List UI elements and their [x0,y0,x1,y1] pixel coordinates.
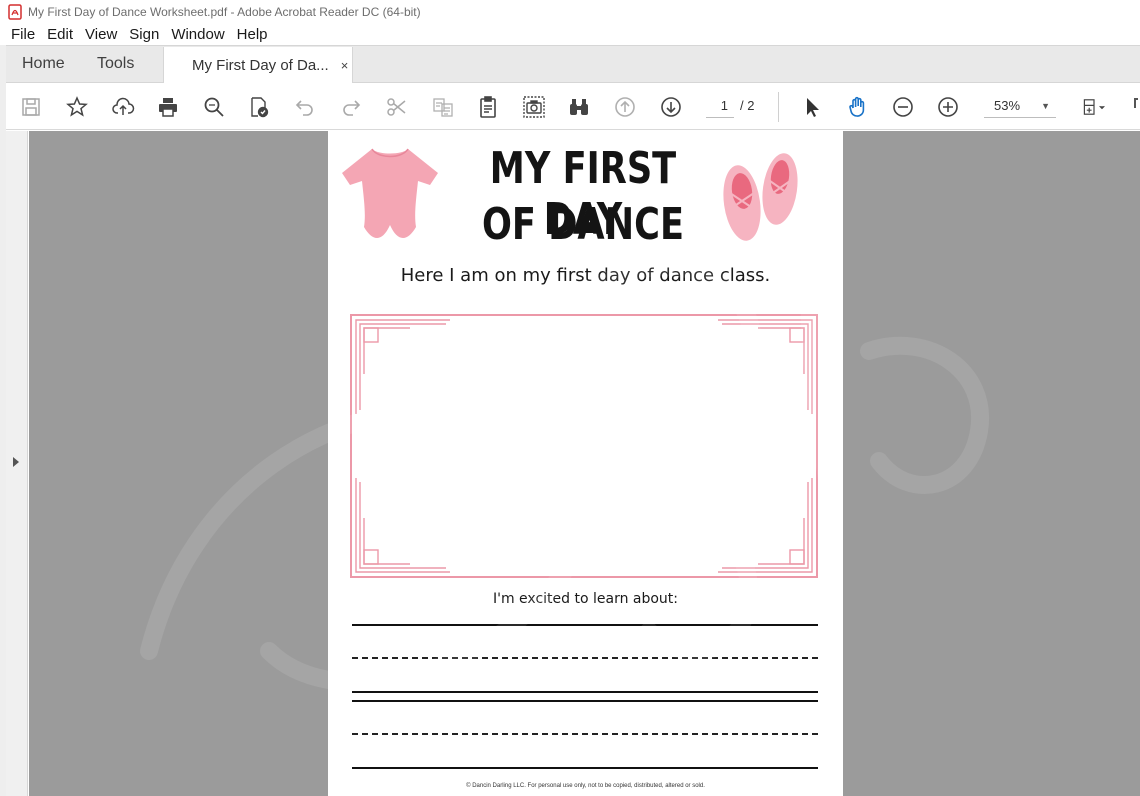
writing-line [352,657,818,659]
menu-help[interactable]: Help [237,26,268,43]
previous-page-button[interactable] [610,92,640,122]
page-total: / 2 [740,98,755,113]
zoom-in-icon [938,97,958,117]
select-tool-button[interactable] [797,92,827,122]
copyright-footer: © Dancin Darling LLC. For personal use o… [466,783,705,789]
writing-line [352,624,818,626]
left-panel-toggle[interactable] [6,131,28,796]
page-down-icon [661,97,681,117]
fill-sign-icon [251,97,269,118]
tab-document[interactable]: My First Day of Da... × [163,47,353,83]
menu-bar: File Edit View Sign Window Help [0,24,1140,45]
redo-button[interactable] [336,92,366,122]
redo-icon [343,100,361,116]
fit-page-icon [1083,99,1105,115]
undo-button[interactable] [290,92,320,122]
zoom-level-select[interactable]: 53% ▼ [984,94,1056,118]
snapshot-camera-icon [523,96,545,118]
find-binoculars-icon [570,99,588,115]
zoom-out-icon [893,97,913,117]
main-toolbar: / 2 53% ▼ [6,84,1140,130]
menu-view[interactable]: View [85,26,117,43]
chevron-down-icon: ▼ [1041,100,1050,111]
window-title: My First Day of Dance Worksheet.pdf - Ad… [28,5,421,19]
chevron-right-icon [13,457,19,467]
tab-bar: Home Tools My First Day of Da... × [6,45,1140,83]
zoom-out-button[interactable] [888,92,918,122]
writing-line [352,733,818,735]
tab-home[interactable]: Home [6,46,81,82]
page-up-icon [615,97,635,117]
learn-prompt: I'm excited to learn about: [492,591,679,607]
acrobat-pdf-icon [8,4,22,20]
find-button[interactable] [564,92,594,122]
tab-tools[interactable]: Tools [81,46,163,82]
menu-window[interactable]: Window [171,26,224,43]
print-icon [159,98,177,117]
document-viewport[interactable]: MY FIRST DAY OF DANCE Here I am on my fi… [29,131,1140,796]
undo-icon [295,100,313,116]
zoom-in-button[interactable] [933,92,963,122]
export-text-button[interactable] [428,92,458,122]
pdf-page: MY FIRST DAY OF DANCE Here I am on my fi… [328,131,843,796]
toolbar-overflow-indicator [1134,98,1138,108]
zoom-level-value: 53% [994,98,1021,113]
hand-tool-button[interactable] [843,92,873,122]
leotard-icon [342,148,438,238]
hand-tool-icon [849,96,865,117]
cut-button[interactable] [382,92,412,122]
page-number-input[interactable] [706,94,734,118]
export-text-icon [433,98,453,117]
worksheet-subtitle: Here I am on my first day of dance class… [400,265,771,286]
menu-edit[interactable]: Edit [47,26,73,43]
upload-button[interactable] [108,92,138,122]
fit-page-button[interactable] [1074,92,1114,122]
writing-line [352,691,818,693]
bookmark-star-icon [66,96,88,117]
photo-frame [350,314,818,578]
tab-document-label: My First Day of Da... [192,56,329,74]
writing-line [352,767,818,769]
clipboard-button[interactable] [473,92,503,122]
bookmark-button[interactable] [62,92,92,122]
close-icon[interactable]: × [341,58,349,73]
clipboard-icon [480,96,496,118]
search-zoom-button[interactable] [199,92,229,122]
upload-cloud-icon [112,97,135,115]
select-pointer-icon [807,98,819,117]
ballet-shoes-icon [723,153,798,241]
save-icon [22,98,40,116]
scissors-icon [387,98,406,116]
worksheet-title-line2: OF DANCE [481,199,685,250]
snapshot-button[interactable] [519,92,549,122]
menu-sign[interactable]: Sign [129,26,159,43]
next-page-button[interactable] [656,92,686,122]
menu-file[interactable]: File [11,26,35,43]
print-button[interactable] [153,92,183,122]
window-titlebar: My First Day of Dance Worksheet.pdf - Ad… [0,0,1140,24]
fill-sign-button[interactable] [244,92,274,122]
save-button[interactable] [16,92,46,122]
search-zoom-icon [204,97,224,117]
writing-line [352,700,818,702]
toolbar-separator [778,92,779,122]
